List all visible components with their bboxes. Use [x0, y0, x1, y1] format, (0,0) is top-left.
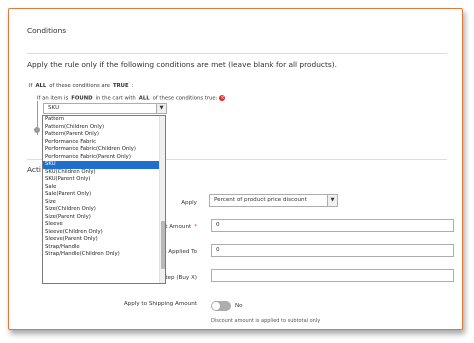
- apply-to-shipping-label: Apply to Shipping Amount: [123, 301, 197, 307]
- chevron-down-icon[interactable]: ▼: [156, 104, 166, 113]
- aggregator-all-link[interactable]: ALL: [139, 96, 150, 102]
- conditions-section-title[interactable]: Conditions: [27, 26, 66, 35]
- dropdown-option[interactable]: Sleeve(Parent Only): [43, 236, 165, 244]
- dropdown-option[interactable]: Performance Fabric: [43, 139, 165, 147]
- max-qty-input[interactable]: 0: [211, 244, 454, 257]
- dropdown-option[interactable]: Pattern: [43, 116, 165, 124]
- shipping-note: Discount amount is applied to subtotal o…: [211, 318, 321, 324]
- condition-attribute-select[interactable]: SKU ▼: [43, 103, 167, 114]
- dropdown-option[interactable]: Performance Fabric(Parent Only): [43, 154, 165, 162]
- product-found-condition-line: If an item is FOUND in the cart with ALL of …: [37, 95, 226, 102]
- attribute-select-value: SKU: [48, 105, 60, 111]
- max-qty-label: s Applied To: [163, 249, 197, 255]
- screenshot-frame: Conditions Apply the rule only if the fo…: [8, 8, 463, 330]
- value-true-link[interactable]: TRUE: [113, 83, 129, 89]
- toggle-knob: [212, 302, 220, 310]
- dropdown-option[interactable]: SKU(Children Only): [43, 169, 165, 177]
- discount-step-input[interactable]: [211, 269, 454, 282]
- condition-suffix: of these conditions true:: [152, 95, 218, 102]
- toggle-state-label: No: [235, 303, 243, 309]
- dropdown-option[interactable]: Strap/Handle(Children Only): [43, 251, 165, 259]
- scrollbar-thumb[interactable]: [161, 221, 165, 269]
- divider: [27, 53, 447, 54]
- dropdown-option[interactable]: Performance Fabric(Children Only): [43, 146, 165, 154]
- dropdown-option[interactable]: Sleeve(Children Only): [43, 229, 165, 237]
- apply-to-shipping-toggle[interactable]: [211, 301, 231, 311]
- discount-step-label: Step (Buy X): [161, 275, 197, 281]
- dropdown-option[interactable]: Size(Parent Only): [43, 214, 165, 222]
- chevron-down-icon[interactable]: ▼: [327, 195, 337, 206]
- apply-select[interactable]: Percent of product price discount ▼: [209, 194, 338, 207]
- condition-prefix: If an item is: [37, 95, 69, 102]
- dropdown-option[interactable]: Pattern(Parent Only): [43, 131, 165, 139]
- aggregator-all-link[interactable]: ALL: [35, 83, 46, 89]
- discount-amount-input[interactable]: 0: [211, 219, 454, 232]
- condition-mid-text: of these conditions are: [49, 83, 110, 89]
- dropdown-option[interactable]: Size: [43, 199, 165, 207]
- attribute-dropdown-list[interactable]: Pattern Pattern(Children Only) Pattern(Par…: [42, 115, 166, 284]
- add-condition-icon[interactable]: [34, 127, 40, 133]
- dropdown-option[interactable]: Sleeve: [43, 221, 165, 229]
- rule-heading: Apply the rule only if the following con…: [27, 60, 337, 69]
- dropdown-option[interactable]: SKU(Parent Only): [43, 176, 165, 184]
- apply-select-value: Percent of product price discount: [214, 197, 307, 203]
- found-link[interactable]: FOUND: [71, 96, 92, 102]
- dropdown-option[interactable]: Size(Children Only): [43, 206, 165, 214]
- dropdown-option[interactable]: Pattern(Children Only): [43, 124, 165, 132]
- condition-suffix: :: [131, 83, 134, 89]
- dropdown-option[interactable]: Sale(Parent Only): [43, 191, 165, 199]
- required-marker: *: [194, 224, 197, 230]
- dropdown-option[interactable]: Strap/Handle: [43, 244, 165, 252]
- dropdown-option[interactable]: SKU: [43, 161, 165, 169]
- dropdown-scrollbar[interactable]: [159, 116, 165, 283]
- condition-mid-text: in the cart with: [95, 95, 136, 102]
- dropdown-option[interactable]: Sale: [43, 184, 165, 192]
- actions-section-title[interactable]: Acti: [27, 165, 41, 174]
- condition-combine-line: If ALL of these conditions are TRUE:: [29, 83, 133, 89]
- remove-condition-icon[interactable]: ×: [219, 95, 226, 101]
- apply-label: Apply: [181, 200, 197, 206]
- condition-prefix: If: [29, 83, 33, 89]
